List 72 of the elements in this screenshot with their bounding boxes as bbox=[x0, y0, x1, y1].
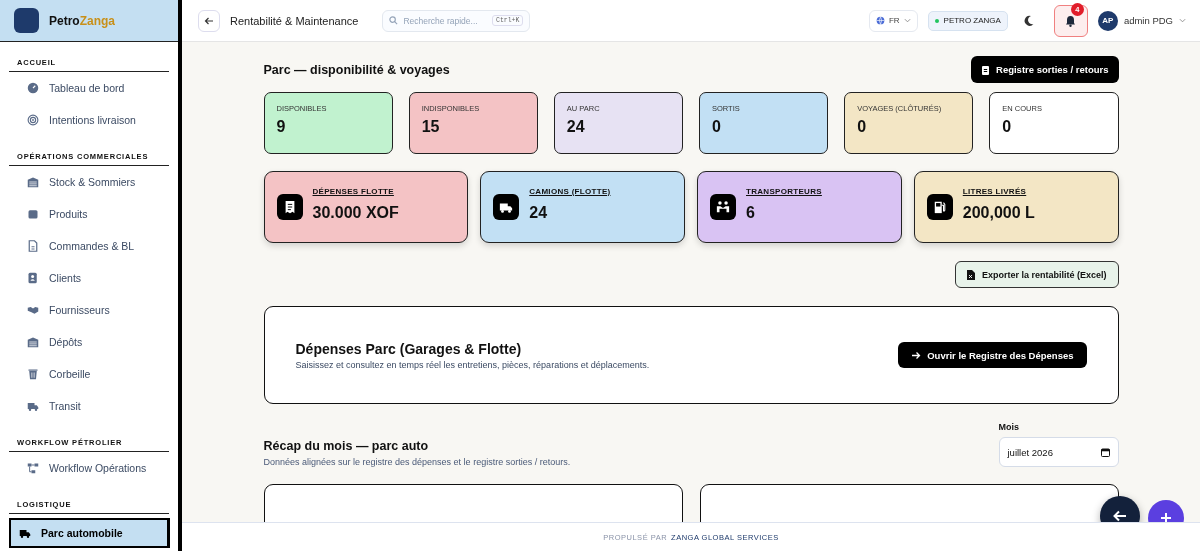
page-title: Rentabilité & Maintenance bbox=[230, 14, 359, 27]
gauge-icon bbox=[27, 82, 39, 94]
chevron-down-icon bbox=[1179, 18, 1186, 23]
sidebar-item[interactable]: Corbeille bbox=[9, 358, 170, 390]
handshake-icon bbox=[27, 304, 39, 316]
logo-icon bbox=[14, 8, 39, 33]
kpi-value: 6 bbox=[746, 203, 756, 222]
stat-value: 9 bbox=[276, 118, 287, 136]
user-menu[interactable]: AP admin PDG bbox=[1097, 10, 1186, 31]
kpi-value: 200,000 L bbox=[962, 203, 1035, 222]
box-icon bbox=[27, 208, 39, 220]
sidebar-item[interactable]: Fournisseurs bbox=[9, 294, 170, 326]
status-dot-icon bbox=[934, 18, 939, 23]
card-description: Saisissez et consultez en temps réel les entretiens, pièces, réparations et déplacements. bbox=[295, 359, 650, 370]
people-icon bbox=[716, 200, 730, 214]
sidebar-item[interactable]: Intentions livraison bbox=[9, 104, 170, 136]
globe-icon bbox=[875, 16, 885, 25]
arrow-right-icon bbox=[911, 350, 922, 360]
user-avatar: AP bbox=[1097, 10, 1118, 31]
open-register-button[interactable]: Ouvrir le Registre des Dépenses bbox=[898, 342, 1087, 368]
truck-icon bbox=[27, 400, 39, 412]
spreadsheet-file-icon bbox=[966, 269, 975, 280]
warehouse-icon bbox=[27, 336, 39, 348]
stat-value: 0 bbox=[857, 118, 868, 136]
section-title: Récap du mois — parc auto bbox=[263, 439, 430, 453]
clipboard-icon bbox=[981, 64, 991, 75]
arrow-left-icon bbox=[204, 15, 214, 26]
card-title: Dépenses Parc (Garages & Flotte) bbox=[295, 340, 523, 357]
sidebar-item[interactable]: Commandes & BL bbox=[9, 230, 170, 262]
section-title: Parc — disponibilité & voyages bbox=[263, 62, 450, 77]
kpi-value: 30.000 XOF bbox=[312, 203, 399, 222]
fuel-pump-icon bbox=[932, 200, 947, 214]
sidebar-item[interactable]: Clients bbox=[9, 262, 170, 294]
target-icon bbox=[27, 114, 39, 126]
sidebar-item[interactable]: Workflow Opérations bbox=[9, 452, 170, 484]
truck-icon bbox=[19, 527, 31, 539]
stat-value: 0 bbox=[1002, 118, 1013, 136]
sidebar-item[interactable]: Dépôts bbox=[9, 326, 170, 358]
user-name: admin PDG bbox=[1123, 15, 1173, 26]
calendar-icon bbox=[1100, 447, 1110, 457]
workflow-icon bbox=[27, 462, 39, 474]
search-placeholder: Recherche rapide... bbox=[403, 15, 478, 26]
stat-value: 0 bbox=[712, 118, 722, 136]
warehouse-icon bbox=[27, 176, 39, 188]
stat-value: 15 bbox=[421, 118, 441, 136]
moon-icon bbox=[1023, 15, 1034, 26]
sidebar-item[interactable]: Produits bbox=[9, 198, 170, 230]
sidebar-item[interactable]: Tableau de bord bbox=[9, 72, 170, 104]
bell-icon bbox=[1065, 14, 1077, 27]
month-field[interactable]: juillet 2026 bbox=[998, 437, 1119, 467]
kpi-label: TRANSPORTEURS bbox=[746, 186, 822, 196]
document-icon bbox=[27, 240, 39, 252]
brand-name: PetroZanga bbox=[49, 13, 116, 28]
field-label: Mois bbox=[998, 422, 1020, 432]
language-selector[interactable]: FR bbox=[868, 9, 918, 32]
trash-icon bbox=[27, 368, 39, 380]
sidebar-item[interactable]: Parc automobile bbox=[9, 518, 170, 548]
register-button[interactable]: Registre sorties / retours bbox=[971, 56, 1119, 83]
section-subtitle: Données alignées sur le registre des dépenses et le registre sorties / retours. bbox=[263, 457, 571, 467]
search-icon bbox=[389, 16, 399, 25]
stat-value: 24 bbox=[566, 118, 586, 136]
kpi-label: DÉPENSES FLOTTE bbox=[312, 186, 395, 196]
chevron-down-icon bbox=[903, 18, 911, 23]
kpi-value: 24 bbox=[529, 203, 549, 222]
kpi-label: LITRES LIVRÉS bbox=[962, 186, 1028, 196]
export-button[interactable]: Exporter la rentabilité (Excel) bbox=[954, 261, 1119, 288]
field-value: juillet 2026 bbox=[1007, 446, 1053, 458]
kpi-label: CAMIONS (FLOTTE) bbox=[529, 186, 611, 196]
contact-card-icon bbox=[27, 272, 39, 284]
sidebar-item[interactable]: Stock & Sommiers bbox=[9, 166, 170, 198]
company-name: PETRO ZANGA bbox=[943, 16, 1001, 25]
sidebar-item[interactable]: Transit bbox=[9, 390, 170, 422]
